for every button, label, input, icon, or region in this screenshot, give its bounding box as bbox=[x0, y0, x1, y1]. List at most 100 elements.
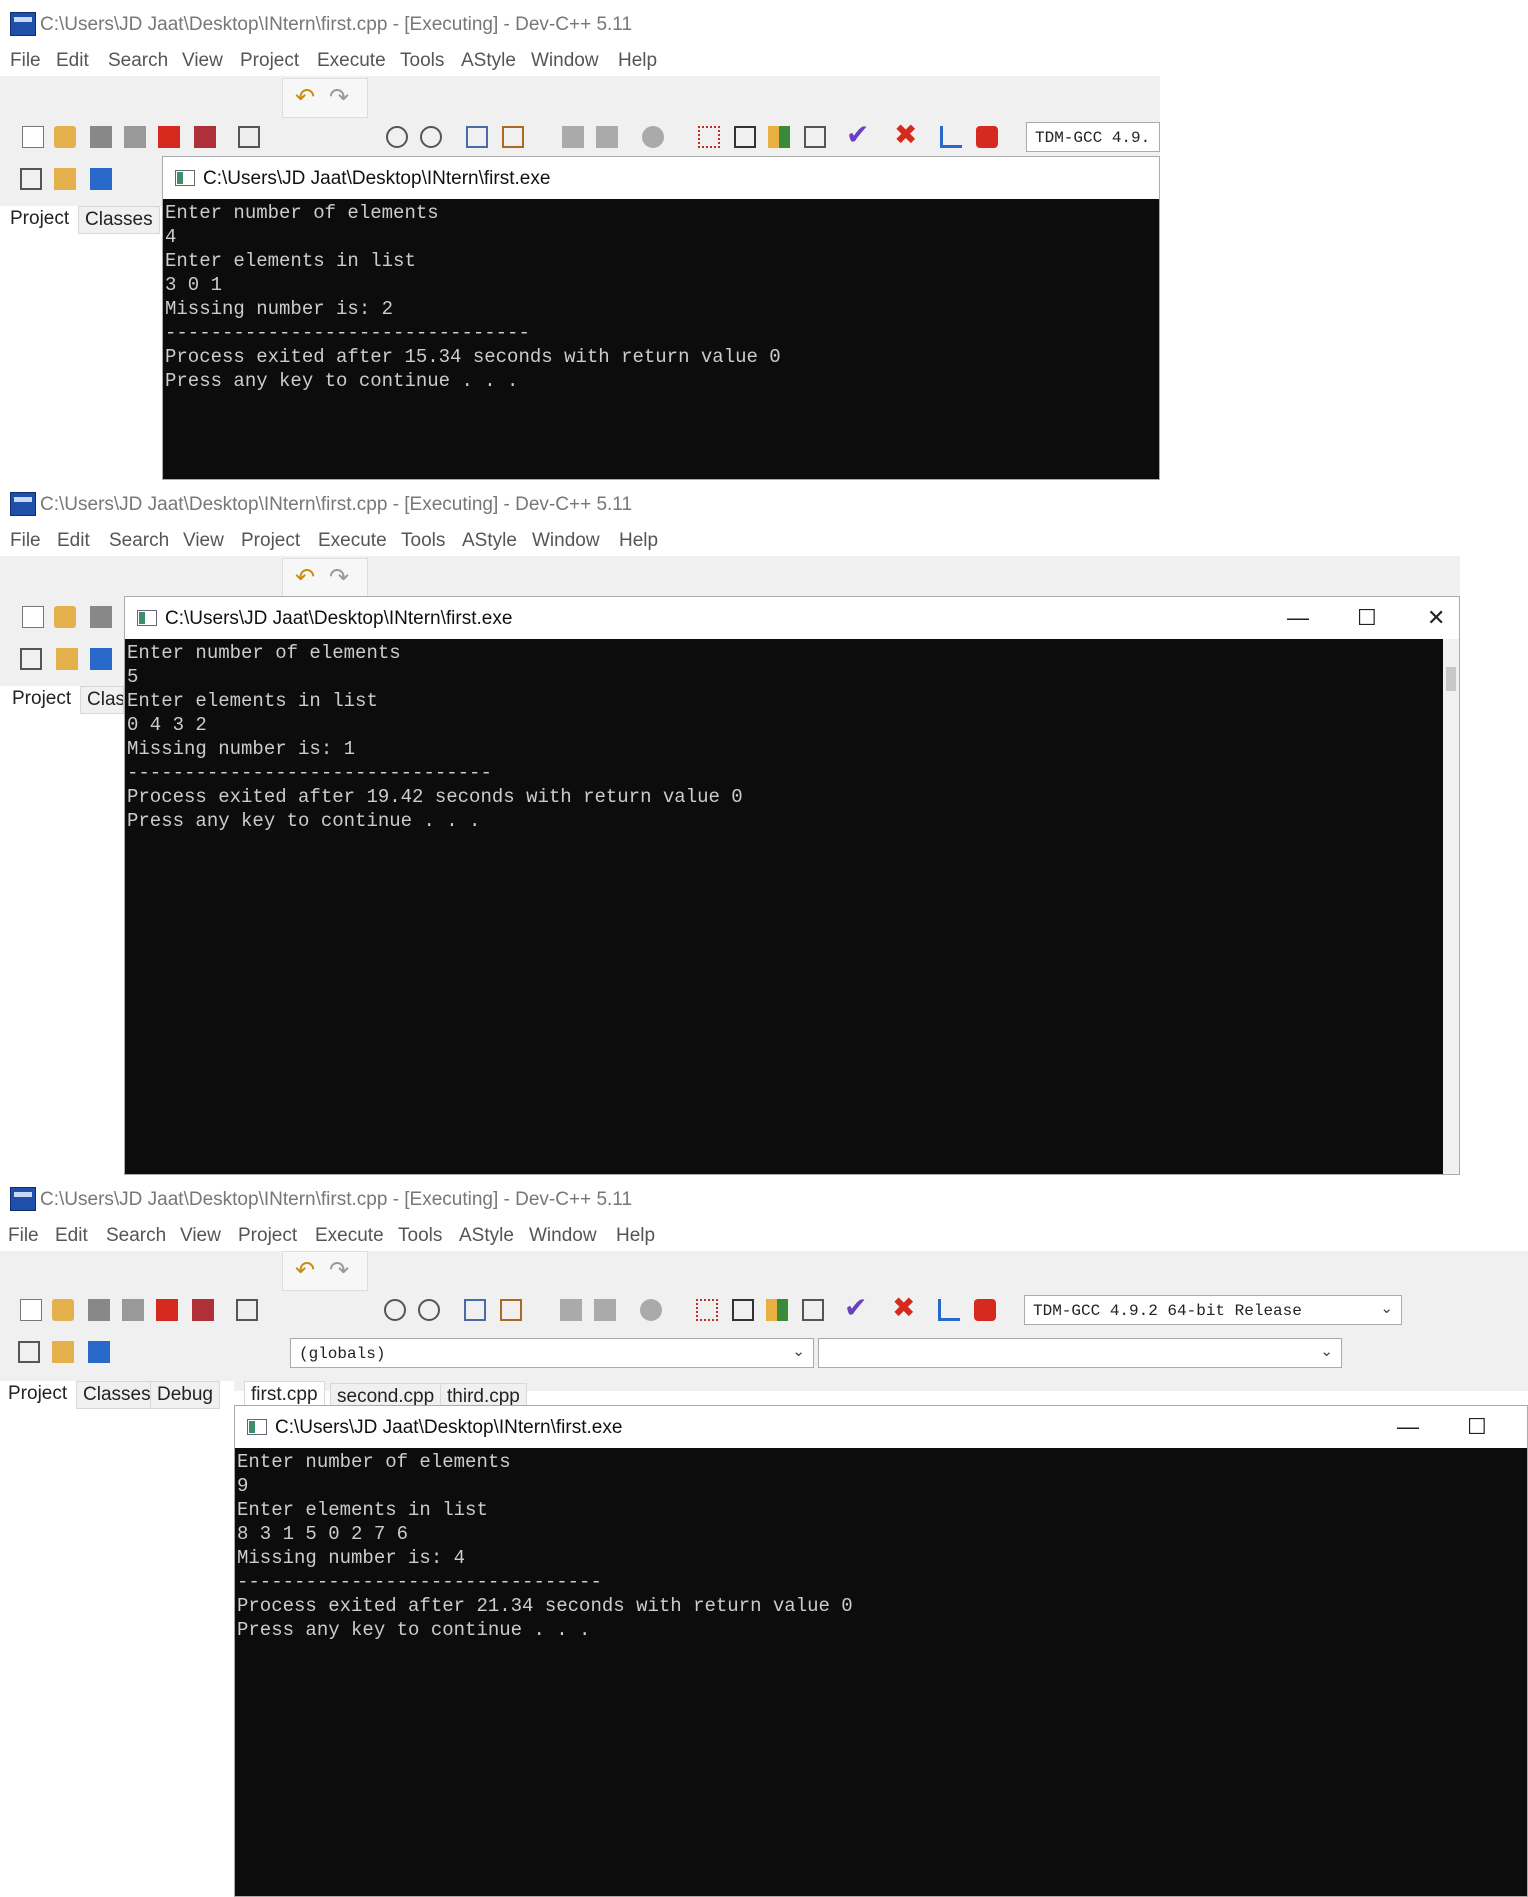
menu-help[interactable]: Help bbox=[616, 1225, 655, 1247]
menu-file[interactable]: File bbox=[10, 50, 41, 72]
scope-select[interactable]: (globals) ⌄ bbox=[290, 1338, 814, 1368]
find-icon[interactable] bbox=[386, 126, 408, 148]
goto-line-icon[interactable] bbox=[464, 1299, 486, 1321]
close-file-icon[interactable] bbox=[156, 1299, 178, 1321]
compile-run-icon[interactable] bbox=[766, 1299, 788, 1321]
tab-debug[interactable]: Debug bbox=[150, 1381, 220, 1409]
rebuild-icon[interactable] bbox=[802, 1299, 824, 1321]
menu-window[interactable]: Window bbox=[532, 530, 600, 552]
menu-edit[interactable]: Edit bbox=[56, 50, 89, 72]
menu-file[interactable]: File bbox=[8, 1225, 39, 1247]
close-file-icon[interactable] bbox=[158, 126, 180, 148]
menu-project[interactable]: Project bbox=[241, 530, 300, 552]
console-window[interactable]: C:\Users\JD Jaat\Desktop\INtern\first.ex… bbox=[234, 1405, 1528, 1897]
menu-view[interactable]: View bbox=[183, 530, 224, 552]
project-new-icon[interactable] bbox=[20, 648, 42, 670]
stop-icon[interactable]: ✖ bbox=[892, 1291, 915, 1324]
check-icon[interactable]: ✔ bbox=[846, 118, 869, 151]
close-button[interactable]: ✕ bbox=[1427, 605, 1445, 631]
tab-classes[interactable]: Class bbox=[80, 686, 124, 714]
menu-astyle[interactable]: AStyle bbox=[462, 530, 517, 552]
menu-help[interactable]: Help bbox=[618, 50, 657, 72]
undo-icon[interactable]: ↶ bbox=[295, 563, 315, 592]
goto-line-icon[interactable] bbox=[466, 126, 488, 148]
menu-search[interactable]: Search bbox=[106, 1225, 166, 1247]
save-icon[interactable] bbox=[90, 126, 112, 148]
minimize-button[interactable]: — bbox=[1287, 605, 1309, 631]
chart-icon[interactable] bbox=[940, 126, 962, 148]
undo-icon[interactable]: ↶ bbox=[295, 83, 315, 112]
menu-tools[interactable]: Tools bbox=[401, 530, 445, 552]
check-icon[interactable]: ✔ bbox=[844, 1291, 867, 1324]
profile-delete-icon[interactable] bbox=[974, 1299, 996, 1321]
compile-icon[interactable] bbox=[698, 126, 720, 148]
compile-run-icon[interactable] bbox=[768, 126, 790, 148]
menu-window[interactable]: Window bbox=[531, 50, 599, 72]
tab-classes[interactable]: Classes bbox=[78, 206, 160, 234]
project-add-icon[interactable] bbox=[54, 168, 76, 190]
minimize-button[interactable]: — bbox=[1397, 1414, 1419, 1440]
open-file-icon[interactable] bbox=[54, 606, 76, 628]
find-icon[interactable] bbox=[384, 1299, 406, 1321]
unindent-icon[interactable] bbox=[594, 1299, 616, 1321]
tab-project[interactable]: Project bbox=[8, 1383, 67, 1405]
console-window[interactable]: C:\Users\JD Jaat\Desktop\INtern\first.ex… bbox=[124, 596, 1460, 1175]
compiler-select[interactable]: TDM-GCC 4.9. bbox=[1026, 122, 1160, 152]
menu-view[interactable]: View bbox=[180, 1225, 221, 1247]
undo-icon[interactable]: ↶ bbox=[295, 1256, 315, 1285]
menu-execute[interactable]: Execute bbox=[318, 530, 387, 552]
goto-bookmark-icon[interactable] bbox=[502, 126, 524, 148]
tab-classes[interactable]: Classes bbox=[76, 1381, 158, 1409]
project-new-icon[interactable] bbox=[18, 1341, 40, 1363]
project-options-icon[interactable] bbox=[90, 648, 112, 670]
menu-edit[interactable]: Edit bbox=[57, 530, 90, 552]
menu-execute[interactable]: Execute bbox=[317, 50, 386, 72]
stop-icon[interactable]: ✖ bbox=[894, 118, 917, 151]
tab-project[interactable]: Project bbox=[12, 688, 71, 710]
run-icon[interactable] bbox=[732, 1299, 754, 1321]
toggle-comment-icon[interactable] bbox=[642, 126, 664, 148]
run-icon[interactable] bbox=[734, 126, 756, 148]
chart-icon[interactable] bbox=[938, 1299, 960, 1321]
toggle-comment-icon[interactable] bbox=[640, 1299, 662, 1321]
menu-execute[interactable]: Execute bbox=[315, 1225, 384, 1247]
tab-project[interactable]: Project bbox=[10, 208, 69, 230]
open-file-icon[interactable] bbox=[54, 126, 76, 148]
print-icon[interactable] bbox=[236, 1299, 258, 1321]
menu-window[interactable]: Window bbox=[529, 1225, 597, 1247]
new-file-icon[interactable] bbox=[22, 606, 44, 628]
print-icon[interactable] bbox=[238, 126, 260, 148]
compiler-select[interactable]: TDM-GCC 4.9.2 64-bit Release ⌄ bbox=[1024, 1295, 1402, 1325]
close-all-icon[interactable] bbox=[192, 1299, 214, 1321]
maximize-button[interactable]: ☐ bbox=[1357, 605, 1377, 631]
indent-icon[interactable] bbox=[562, 126, 584, 148]
menu-astyle[interactable]: AStyle bbox=[459, 1225, 514, 1247]
menu-edit[interactable]: Edit bbox=[55, 1225, 88, 1247]
project-add-icon[interactable] bbox=[56, 648, 78, 670]
menu-search[interactable]: Search bbox=[109, 530, 169, 552]
save-all-icon[interactable] bbox=[122, 1299, 144, 1321]
replace-icon[interactable] bbox=[418, 1299, 440, 1321]
replace-icon[interactable] bbox=[420, 126, 442, 148]
profile-delete-icon[interactable] bbox=[976, 126, 998, 148]
console-window[interactable]: C:\Users\JD Jaat\Desktop\INtern\first.ex… bbox=[162, 156, 1160, 480]
project-options-icon[interactable] bbox=[88, 1341, 110, 1363]
console-scrollbar[interactable] bbox=[1443, 639, 1459, 1174]
redo-icon[interactable]: ↷ bbox=[329, 563, 349, 592]
menu-help[interactable]: Help bbox=[619, 530, 658, 552]
project-add-icon[interactable] bbox=[52, 1341, 74, 1363]
compile-icon[interactable] bbox=[696, 1299, 718, 1321]
menu-project[interactable]: Project bbox=[240, 50, 299, 72]
unindent-icon[interactable] bbox=[596, 126, 618, 148]
menu-search[interactable]: Search bbox=[108, 50, 168, 72]
menu-tools[interactable]: Tools bbox=[398, 1225, 442, 1247]
redo-icon[interactable]: ↷ bbox=[329, 1256, 349, 1285]
goto-bookmark-icon[interactable] bbox=[500, 1299, 522, 1321]
menu-astyle[interactable]: AStyle bbox=[461, 50, 516, 72]
rebuild-icon[interactable] bbox=[804, 126, 826, 148]
menu-tools[interactable]: Tools bbox=[400, 50, 444, 72]
save-icon[interactable] bbox=[88, 1299, 110, 1321]
open-file-icon[interactable] bbox=[52, 1299, 74, 1321]
close-all-icon[interactable] bbox=[194, 126, 216, 148]
new-file-icon[interactable] bbox=[20, 1299, 42, 1321]
